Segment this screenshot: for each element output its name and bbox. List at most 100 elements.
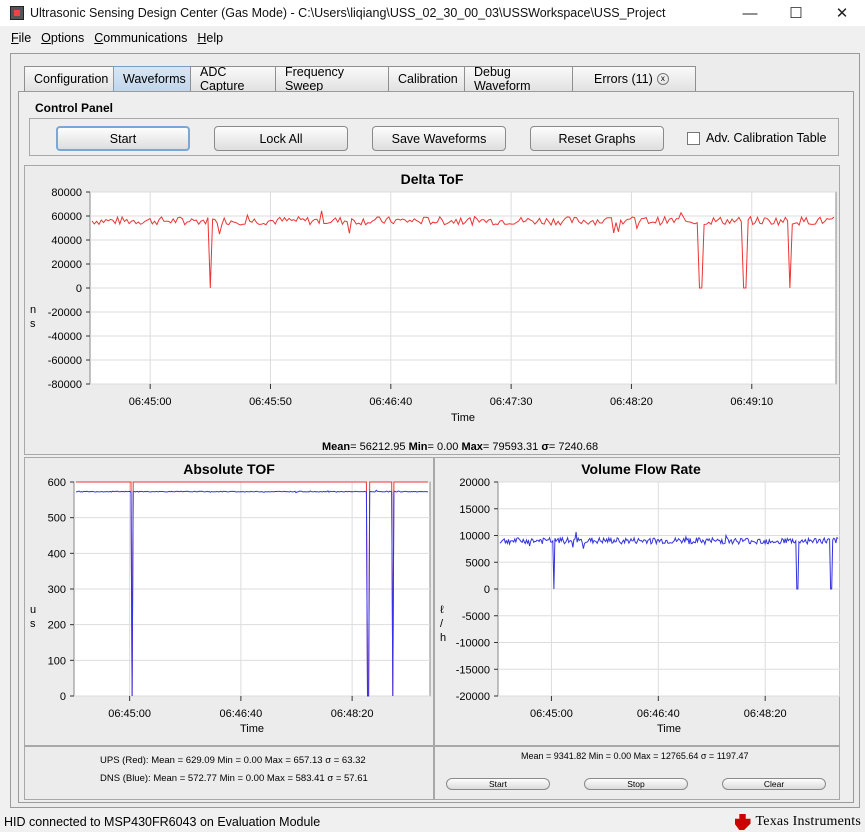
app-icon xyxy=(10,6,24,20)
y-tick-label: 200 xyxy=(48,620,66,632)
x-tick-label: 06:45:50 xyxy=(249,396,292,408)
tab-label: ADC Capture xyxy=(200,65,245,93)
tab-configuration[interactable]: Configuration xyxy=(24,66,114,91)
flow-start-button[interactable]: Start xyxy=(446,778,550,790)
x-tick-label: 06:48:20 xyxy=(744,708,787,720)
x-tick-label: 06:48:20 xyxy=(610,396,653,408)
delta-tof-chart: Delta ToF 80000 60000 40000 20000 0 -20000 -400… xyxy=(30,171,837,424)
menu-file[interactable]: File xyxy=(11,31,31,45)
y-tick-label: 0 xyxy=(484,584,490,596)
menu-options[interactable]: Options xyxy=(41,31,84,45)
y-tick-label: -20000 xyxy=(456,691,490,703)
reset-graphs-button[interactable]: Reset Graphs xyxy=(530,126,664,151)
y-axis-label: ℓ / h xyxy=(440,604,446,644)
y-tick-label: 20000 xyxy=(459,477,490,489)
x-axis-label: Time xyxy=(240,723,264,735)
tab-adc-capture[interactable]: ADC Capture xyxy=(190,65,276,93)
tab-waveforms[interactable]: Waveforms xyxy=(113,66,191,91)
flow-stop-button[interactable]: Stop xyxy=(584,778,688,790)
tab-label: Debug Waveform xyxy=(474,65,531,93)
save-waveforms-button[interactable]: Save Waveforms xyxy=(372,126,506,151)
delta-tof-stats: Mean= 56212.95 Min= 0.00 Max= 79593.31 σ… xyxy=(322,441,598,453)
status-text: HID connected to MSP430FR6043 on Evaluat… xyxy=(4,815,321,829)
y-tick-label: 40000 xyxy=(51,235,82,247)
x-tick-label: 06:47:30 xyxy=(490,396,533,408)
y-tick-label: -40000 xyxy=(48,331,82,343)
chart-title: Delta ToF xyxy=(401,171,464,187)
mean-value: = 56212.95 xyxy=(350,441,406,453)
y-tick-label: -5000 xyxy=(462,611,490,623)
y-axis-label-part: u xyxy=(30,604,36,616)
y-tick-label: -60000 xyxy=(48,355,82,367)
x-tick-label: 06:45:00 xyxy=(129,396,172,408)
window-title: Ultrasonic Sensing Design Center (Gas Mo… xyxy=(30,6,666,20)
x-tick-label: 06:49:10 xyxy=(730,396,773,408)
y-tick-label: 100 xyxy=(48,655,66,667)
tab-label: Errors (11) xyxy=(594,72,653,86)
x-tick-label: 06:45:00 xyxy=(530,708,573,720)
adv-calibration-checkbox[interactable] xyxy=(687,132,700,145)
flow-clear-button[interactable]: Clear xyxy=(722,778,826,790)
y-tick-label: 300 xyxy=(48,584,66,596)
y-tick-label: -15000 xyxy=(456,664,490,676)
max-label: Max xyxy=(461,441,483,453)
adv-calibration-label: Adv. Calibration Table xyxy=(706,131,827,145)
y-tick-label: 10000 xyxy=(459,531,490,543)
tab-debug-waveform[interactable]: Debug Waveform xyxy=(464,65,573,93)
y-tick-label: 5000 xyxy=(466,557,490,569)
tab-calibration[interactable]: Calibration xyxy=(388,66,465,91)
y-tick-label: 15000 xyxy=(459,504,490,516)
tab-bar: Configuration Waveforms ADC Capture Freq… xyxy=(24,65,696,93)
y-tick-label: -80000 xyxy=(48,379,82,391)
y-tick-label: -10000 xyxy=(456,638,490,650)
tab-errors[interactable]: Errors (11) x xyxy=(572,66,696,91)
y-tick-label: 400 xyxy=(48,548,66,560)
y-tick-label: 600 xyxy=(48,477,66,489)
x-tick-label: 06:46:40 xyxy=(637,708,680,720)
volume-flow-stats: Mean = 9341.82 Min = 0.00 Max = 12765.64… xyxy=(521,751,749,761)
start-button[interactable]: Start xyxy=(56,126,190,151)
menu-bar: File Options Communications Help xyxy=(0,28,865,48)
y-tick-label: -20000 xyxy=(48,307,82,319)
tab-label: Frequency Sweep xyxy=(285,65,345,93)
volume-flow-chart: Volume Flow Rate 20000 15000 10000 5000 0 -500… xyxy=(440,461,840,735)
texas-state-icon xyxy=(734,814,751,830)
menu-communications[interactable]: Communications xyxy=(94,31,187,45)
tab-frequency-sweep[interactable]: Frequency Sweep xyxy=(275,65,389,93)
ti-brand-text: Texas Instruments xyxy=(755,814,861,829)
close-button[interactable]: ✕ xyxy=(819,0,865,26)
ti-logo: Texas Instruments xyxy=(734,812,861,832)
tab-label: Waveforms xyxy=(123,72,186,86)
y-axis-label: us xyxy=(30,604,36,630)
y-axis-label-part: s xyxy=(30,318,36,330)
y-axis-label: ns xyxy=(30,304,36,330)
y-tick-label: 60000 xyxy=(51,211,82,223)
x-tick-label: 06:48:20 xyxy=(331,708,374,720)
tab-label: Configuration xyxy=(34,72,109,86)
lock-all-button[interactable]: Lock All xyxy=(214,126,348,151)
dns-stats: DNS (Blue): Mean = 572.77 Min = 0.00 Max… xyxy=(100,773,368,784)
sigma-label: σ xyxy=(541,441,549,453)
minimize-button[interactable]: — xyxy=(727,0,773,26)
y-axis-label-part: / xyxy=(440,618,444,630)
y-axis-label-part: s xyxy=(30,618,36,630)
x-axis-label: Time xyxy=(451,412,475,424)
menu-help[interactable]: Help xyxy=(197,31,223,45)
y-axis-label-part: n xyxy=(30,304,36,316)
absolute-tof-chart: Absolute TOF 600 500 400 300 200 100 0 06:45:00 0… xyxy=(30,461,431,735)
sigma-value: = 7240.68 xyxy=(548,441,599,453)
control-panel-title: Control Panel xyxy=(35,101,114,115)
ups-stats: UPS (Red): Mean = 629.09 Min = 0.00 Max … xyxy=(100,755,366,766)
max-value: = 79593.31 xyxy=(482,441,539,453)
min-value: = 0.00 xyxy=(427,441,459,453)
min-label: Min xyxy=(408,441,428,453)
close-icon[interactable]: x xyxy=(656,73,669,85)
tab-label: Calibration xyxy=(398,72,458,86)
y-tick-label: 500 xyxy=(48,513,66,525)
y-tick-label: 80000 xyxy=(51,187,82,199)
title-bar: Ultrasonic Sensing Design Center (Gas Mo… xyxy=(0,0,865,26)
maximize-button[interactable]: ☐ xyxy=(773,0,819,26)
y-tick-label: 20000 xyxy=(51,259,82,271)
y-tick-label: 0 xyxy=(76,283,82,295)
x-axis-label: Time xyxy=(657,723,681,735)
